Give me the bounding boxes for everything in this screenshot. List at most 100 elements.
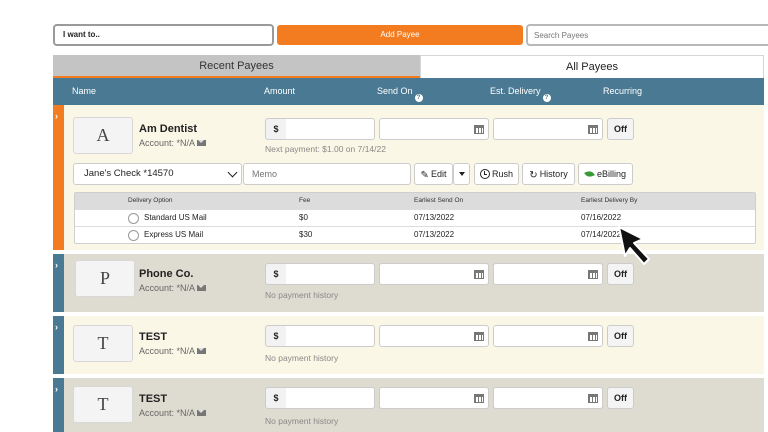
column-recurring: Recurring xyxy=(603,86,643,96)
payee-account-text: Account: *N/A xyxy=(139,346,196,356)
header-earliest-delivery-by: Earliest Delivery By xyxy=(581,197,638,204)
bill-pay-screen: I want to.. Add Payee Recent Payees All … xyxy=(0,0,768,432)
delivery-option-delivery-by: 07/16/2022 xyxy=(581,213,622,222)
edit-dropdown-button[interactable] xyxy=(453,163,470,185)
info-icon[interactable]: ? xyxy=(414,94,423,102)
delivery-option-send-on: 07/13/2022 xyxy=(414,213,455,222)
payee-name[interactable]: TEST xyxy=(139,393,167,405)
ebilling-label: eBilling xyxy=(596,169,627,179)
add-payee-button[interactable]: Add Payee xyxy=(277,25,523,45)
payee-name[interactable]: Phone Co. xyxy=(139,268,193,280)
envelope-icon xyxy=(197,285,207,291)
avatar: A xyxy=(73,117,133,154)
history-label: History xyxy=(539,169,568,179)
refresh-icon: ↻ xyxy=(529,170,538,181)
payee-name[interactable]: Am Dentist xyxy=(139,123,197,135)
dollar-prefix: $ xyxy=(265,387,287,409)
payee-row: › T TEST Account: *N/A $ Off No payment … xyxy=(53,378,764,432)
rush-button[interactable]: Rush xyxy=(474,163,519,185)
delivery-option-delivery-by: 07/14/2022 xyxy=(581,230,622,239)
recurring-off-toggle[interactable]: Off xyxy=(607,325,634,347)
avatar: T xyxy=(73,325,133,362)
calendar-icon[interactable] xyxy=(474,125,484,134)
calendar-icon[interactable] xyxy=(474,394,484,403)
header-delivery-option: Delivery Option xyxy=(128,197,173,204)
payee-row: › T TEST Account: *N/A $ Off No payment … xyxy=(53,316,764,374)
payee-account: Account: *N/A xyxy=(139,138,207,148)
edit-button[interactable]: ✎ Edit xyxy=(414,163,453,185)
amount-input[interactable] xyxy=(286,263,375,285)
calendar-icon[interactable] xyxy=(474,270,484,279)
edit-icon: ✎ xyxy=(420,170,429,181)
chevron-down-icon xyxy=(227,167,238,178)
send-on-date-input[interactable] xyxy=(379,263,489,285)
top-bar: I want to.. Add Payee xyxy=(53,24,768,46)
calendar-icon[interactable] xyxy=(588,125,598,134)
payee-account: Account: *N/A xyxy=(139,283,207,293)
delivery-option-name: Express US Mail xyxy=(144,230,204,239)
amount-input[interactable] xyxy=(286,325,375,347)
payee-account: Account: *N/A xyxy=(139,346,207,356)
ebilling-button[interactable]: eBilling xyxy=(578,163,633,185)
delivery-option-send-on: 07/13/2022 xyxy=(414,230,455,239)
est-delivery-date-input[interactable] xyxy=(493,387,603,409)
recurring-off-toggle[interactable]: Off xyxy=(607,387,634,409)
recurring-off-toggle[interactable]: Off xyxy=(607,118,634,140)
i-want-to-dropdown[interactable]: I want to.. xyxy=(53,24,274,46)
header-earliest-send-on: Earliest Send On xyxy=(414,197,464,204)
payment-history-note: No payment history xyxy=(265,353,339,363)
delivery-option-radio[interactable] xyxy=(128,213,139,224)
mouse-cursor-icon xyxy=(618,226,650,265)
search-payees-input[interactable] xyxy=(526,24,768,46)
send-on-date-input[interactable] xyxy=(379,325,489,347)
column-header: Name Amount Send On? Est. Delivery? Recu… xyxy=(53,78,764,105)
column-name: Name xyxy=(72,86,97,96)
est-delivery-date-input[interactable] xyxy=(493,263,603,285)
calendar-icon[interactable] xyxy=(588,394,598,403)
leaf-icon xyxy=(584,169,595,179)
row-expand-toggle[interactable]: › xyxy=(53,378,64,432)
info-icon[interactable]: ? xyxy=(542,94,551,102)
delivery-option-radio[interactable] xyxy=(128,230,139,241)
history-button[interactable]: ↻ History xyxy=(522,163,575,185)
envelope-icon xyxy=(197,140,207,146)
envelope-icon xyxy=(197,348,207,354)
memo-input[interactable] xyxy=(243,163,411,185)
chevron-right-icon: › xyxy=(55,260,58,270)
column-est-delivery: Est. Delivery? xyxy=(490,86,551,102)
send-on-date-input[interactable] xyxy=(379,118,489,140)
pay-from-account-select[interactable]: Jane's Check *14570 xyxy=(73,163,242,185)
payee-name[interactable]: TEST xyxy=(139,331,167,343)
payee-tabs: Recent Payees All Payees xyxy=(53,55,764,78)
delivery-option-name: Standard US Mail xyxy=(144,213,207,222)
payee-account-text: Account: *N/A xyxy=(139,138,196,148)
dollar-prefix: $ xyxy=(265,118,287,140)
header-fee: Fee xyxy=(299,197,311,204)
row-expand-toggle[interactable]: › xyxy=(53,105,64,250)
amount-input[interactable] xyxy=(286,118,375,140)
tab-all-payees[interactable]: All Payees xyxy=(420,55,764,78)
calendar-icon[interactable] xyxy=(588,332,598,341)
caret-down-icon xyxy=(458,172,465,176)
est-delivery-date-input[interactable] xyxy=(493,118,603,140)
payee-account-text: Account: *N/A xyxy=(139,408,196,418)
pay-from-account-label: Jane's Check *14570 xyxy=(84,168,174,179)
chevron-right-icon: › xyxy=(55,111,58,121)
avatar: P xyxy=(75,260,135,297)
payee-account: Account: *N/A xyxy=(139,408,207,418)
est-delivery-date-input[interactable] xyxy=(493,325,603,347)
tab-recent-payees[interactable]: Recent Payees xyxy=(53,55,420,78)
rush-label: Rush xyxy=(491,169,513,179)
amount-input[interactable] xyxy=(286,387,375,409)
column-est-delivery-label: Est. Delivery xyxy=(490,86,541,96)
row-expand-toggle[interactable]: › xyxy=(53,254,64,312)
column-amount: Amount xyxy=(264,86,296,96)
column-send-on-label: Send On xyxy=(377,86,413,96)
delivery-option-row[interactable]: Standard US Mail $0 07/13/2022 07/16/202… xyxy=(75,209,755,226)
send-on-date-input[interactable] xyxy=(379,387,489,409)
payment-history-note: No payment history xyxy=(265,416,339,426)
calendar-icon[interactable] xyxy=(474,332,484,341)
calendar-icon[interactable] xyxy=(588,270,598,279)
row-expand-toggle[interactable]: › xyxy=(53,316,64,374)
dollar-prefix: $ xyxy=(265,263,287,285)
